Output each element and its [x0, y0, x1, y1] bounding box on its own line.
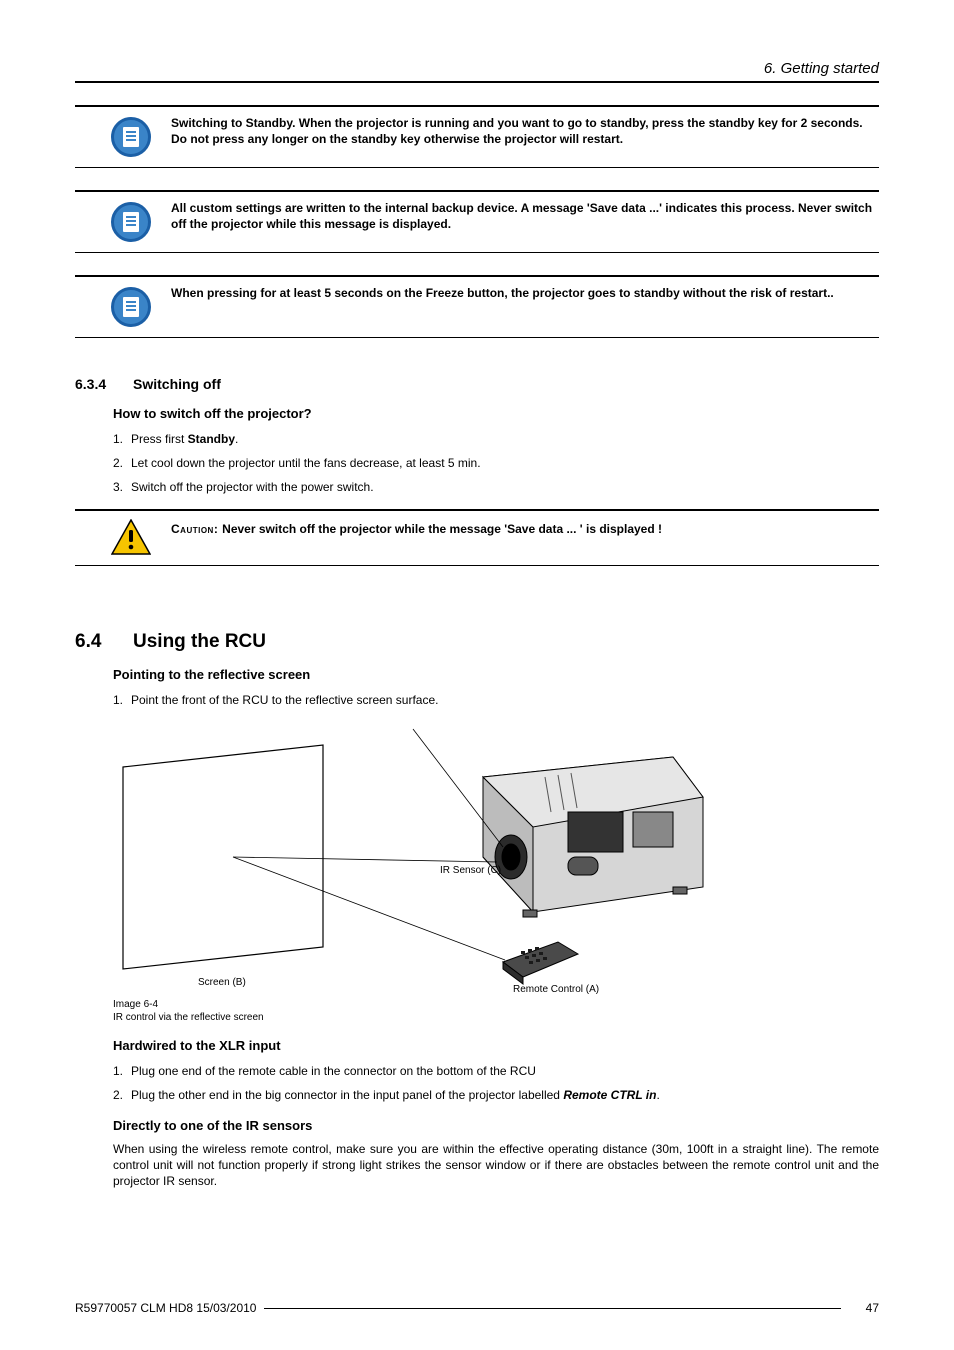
list-text: Let cool down the projector until the fa… — [131, 455, 879, 472]
list-number: 2. — [113, 1087, 131, 1104]
footer-page-number: 47 — [849, 1301, 879, 1315]
list-item: 1. Press first Standby. — [113, 431, 879, 448]
caution-rule-bottom — [75, 565, 879, 566]
footer-rule — [264, 1308, 841, 1309]
list-item: 1. Plug one end of the remote cable in t… — [113, 1063, 879, 1080]
list-text: Press first Standby. — [131, 431, 879, 448]
note-rule-bottom — [75, 252, 879, 253]
note-standby: Switching to Standby. When the projector… — [75, 105, 879, 168]
sub-heading-howto-switch-off: How to switch off the projector? — [113, 406, 879, 421]
section-title: Using the RCU — [133, 631, 266, 653]
figure-caption: Image 6-4 IR control via the reflective … — [113, 999, 879, 1024]
note-rule-bottom — [75, 167, 879, 168]
note-text: When pressing for at least 5 seconds on … — [171, 285, 879, 301]
list-text: Point the front of the RCU to the reflec… — [131, 692, 879, 709]
warning-icon — [111, 519, 151, 555]
list-item: 2. Let cool down the projector until the… — [113, 455, 879, 472]
list-item: 1. Point the front of the RCU to the ref… — [113, 692, 879, 709]
note-icon — [111, 117, 151, 157]
header-rule — [75, 81, 879, 83]
note-freeze: When pressing for at least 5 seconds on … — [75, 275, 879, 338]
section-number: 6.3.4 — [75, 376, 115, 392]
figure-6-4: Screen (B) IR Sensor (C) Remote Control … — [113, 717, 879, 1024]
section-64-heading: 6.4 Using the RCU — [75, 631, 879, 653]
figure-label-remote: Remote Control (A) — [513, 984, 599, 995]
chapter-title: 6. Getting started — [75, 60, 879, 77]
section-number: 6.4 — [75, 631, 115, 653]
note-icon — [111, 287, 151, 327]
page-footer: R59770057 CLM HD8 15/03/2010 47 — [75, 1301, 879, 1315]
list-number: 1. — [113, 431, 131, 448]
hardwired-steps: 1. Plug one end of the remote cable in t… — [113, 1063, 879, 1104]
list-item: 3. Switch off the projector with the pow… — [113, 479, 879, 496]
list-text: Plug the other end in the big connector … — [131, 1087, 879, 1104]
section-634-heading: 6.3.4 Switching off — [75, 376, 879, 392]
figure-label-ir: IR Sensor (C) — [440, 865, 501, 876]
sub-heading-pointing: Pointing to the reflective screen — [113, 667, 879, 682]
caution-savedata: Caution: Never switch off the projector … — [75, 509, 879, 566]
list-number: 2. — [113, 455, 131, 472]
note-text: All custom settings are written to the i… — [171, 200, 879, 232]
footer-doc-id: R59770057 CLM HD8 15/03/2010 — [75, 1301, 256, 1315]
list-item: 2. Plug the other end in the big connect… — [113, 1087, 879, 1104]
list-text: Plug one end of the remote cable in the … — [131, 1063, 879, 1080]
list-text: Switch off the projector with the power … — [131, 479, 879, 496]
sub-heading-hardwired: Hardwired to the XLR input — [113, 1038, 879, 1053]
list-number: 1. — [113, 692, 131, 709]
note-savedata: All custom settings are written to the i… — [75, 190, 879, 253]
section-title: Switching off — [133, 376, 221, 392]
caution-text: Caution: Never switch off the projector … — [171, 519, 879, 537]
switch-off-steps: 1. Press first Standby. 2. Let cool down… — [113, 431, 879, 495]
note-text: Switching to Standby. When the projector… — [171, 115, 879, 147]
list-number: 3. — [113, 479, 131, 496]
figure-label-screen: Screen (B) — [198, 977, 246, 988]
list-number: 1. — [113, 1063, 131, 1080]
body-paragraph: When using the wireless remote control, … — [113, 1141, 879, 1190]
pointing-steps: 1. Point the front of the RCU to the ref… — [113, 692, 879, 709]
note-rule-bottom — [75, 337, 879, 338]
note-icon — [111, 202, 151, 242]
sub-heading-ir-sensors: Directly to one of the IR sensors — [113, 1118, 879, 1133]
